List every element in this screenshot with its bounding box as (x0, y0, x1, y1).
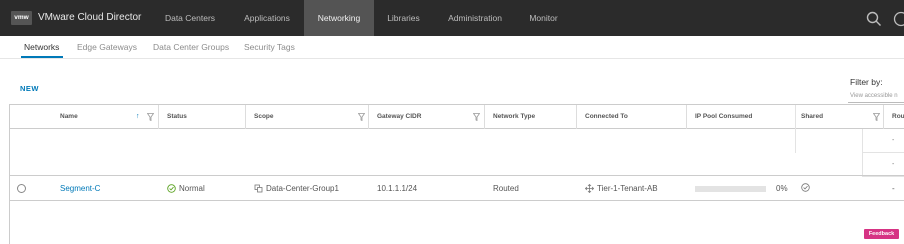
filter-icon[interactable] (358, 113, 365, 121)
network-name-link[interactable]: Segment-C (60, 176, 100, 201)
column-header-status[interactable]: Status (167, 105, 187, 129)
column-header-name[interactable]: Name (60, 105, 78, 129)
gateway-cidr-cell: 10.1.1.1/24 (377, 184, 418, 193)
row-select-radio[interactable] (17, 184, 26, 193)
placeholder-cell: - (862, 129, 904, 153)
connected-to-cell: Tier-1-Tenant-AB (585, 176, 658, 201)
column-separator (484, 105, 485, 129)
top-navigation-bar: vmw VMware Cloud Director Data Centers A… (0, 0, 904, 36)
search-icon[interactable] (866, 11, 882, 27)
grid-header: Name ↑ Status Scope Gateway CIDR Network… (10, 105, 904, 129)
vmware-logo: vmw (11, 11, 32, 25)
ip-pool-percent: 0% (776, 184, 788, 193)
nav-data-centers[interactable]: Data Centers (152, 0, 228, 36)
column-separator (883, 105, 884, 129)
connected-to-text: Tier-1-Tenant-AB (597, 184, 658, 193)
column-header-shared[interactable]: Shared (801, 105, 823, 129)
status-cell: Normal (167, 176, 205, 201)
column-header-ip-pool-consumed[interactable]: IP Pool Consumed (695, 105, 752, 129)
networks-datagrid: Name ↑ Status Scope Gateway CIDR Network… (9, 104, 904, 244)
status-text: Normal (179, 184, 205, 193)
filter-select[interactable]: View accessible n (848, 89, 904, 103)
column-separator (368, 105, 369, 129)
shared-cell (801, 176, 813, 201)
check-circle-icon (801, 183, 810, 193)
network-type-cell: Routed (493, 184, 519, 193)
edge-gateway-icon (585, 184, 594, 194)
filter-label: Filter by: (850, 77, 883, 87)
column-header-network-type[interactable]: Network Type (493, 105, 535, 129)
scope-text: Data-Center-Group1 (266, 184, 339, 193)
nav-networking[interactable]: Networking (304, 0, 374, 36)
nav-applications[interactable]: Applications (228, 0, 306, 36)
tab-data-center-groups[interactable]: Data Center Groups (153, 41, 229, 59)
column-separator (245, 105, 246, 129)
nav-monitor[interactable]: Monitor (517, 0, 570, 36)
tab-security-tags[interactable]: Security Tags (244, 41, 295, 59)
nav-libraries[interactable]: Libraries (374, 0, 433, 36)
column-separator (158, 105, 159, 129)
nav-administration[interactable]: Administration (433, 0, 517, 36)
rou-cell: - (892, 184, 895, 193)
frozen-column-divider (795, 105, 796, 153)
table-row[interactable]: Segment-C Normal Data-Center-Group1 10.1… (10, 175, 904, 201)
new-network-button[interactable]: NEW (20, 84, 39, 93)
tabs-divider (0, 58, 904, 59)
sort-ascending-icon[interactable]: ↑ (136, 105, 140, 129)
filter-icon[interactable] (473, 113, 480, 121)
column-separator (686, 105, 687, 129)
tab-edge-gateways[interactable]: Edge Gateways (77, 41, 137, 59)
scope-cell: Data-Center-Group1 (254, 176, 339, 201)
ip-pool-progress-bar (695, 186, 766, 192)
column-header-scope[interactable]: Scope (254, 105, 274, 129)
help-icon[interactable] (893, 11, 904, 27)
status-ok-icon (167, 184, 176, 194)
data-center-group-icon (254, 184, 263, 193)
column-header-rou[interactable]: Rou (892, 105, 904, 129)
placeholder-cell: - (862, 153, 904, 177)
feedback-button[interactable]: Feedback (864, 229, 899, 239)
column-header-gateway-cidr[interactable]: Gateway CIDR (377, 105, 421, 129)
filter-icon[interactable] (873, 113, 880, 121)
column-separator (576, 105, 577, 129)
app-title[interactable]: VMware Cloud Director (38, 11, 141, 25)
filter-icon[interactable] (147, 113, 154, 121)
column-header-connected-to[interactable]: Connected To (585, 105, 628, 129)
